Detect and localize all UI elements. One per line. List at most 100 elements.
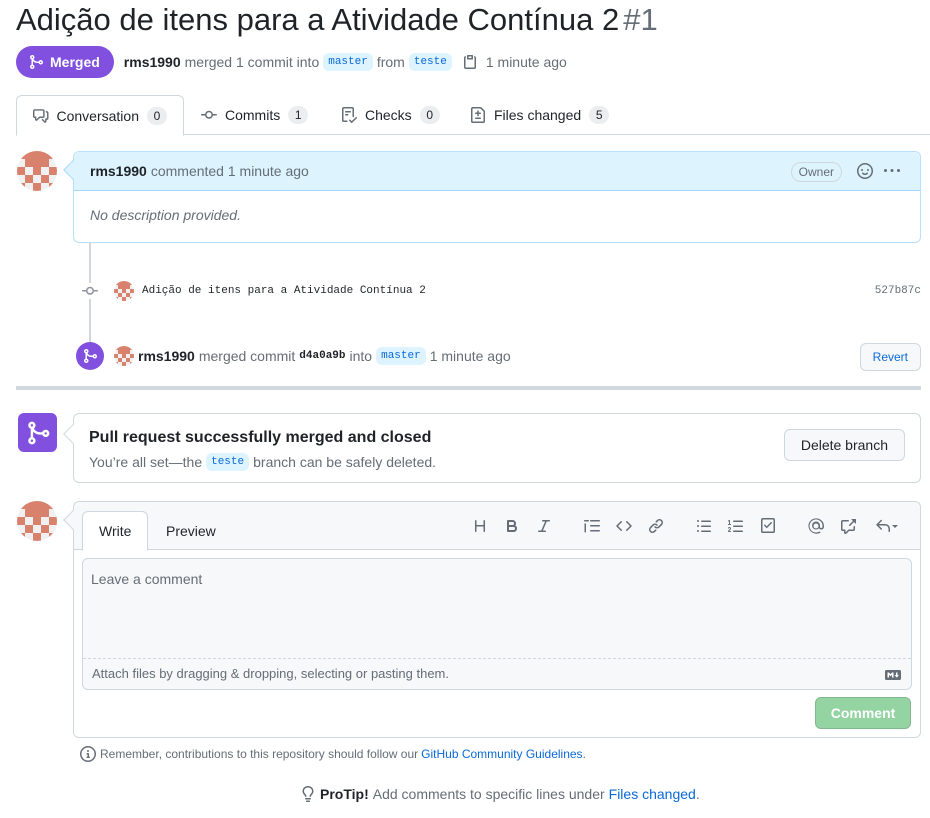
merge-sub-after: branch can be safely deleted. xyxy=(253,454,437,470)
protip-label: ProTip! xyxy=(320,786,369,802)
italic-icon[interactable] xyxy=(534,516,554,536)
tab-commits[interactable]: Commits 1 xyxy=(185,95,324,135)
quote-icon[interactable] xyxy=(582,516,602,536)
merged-status-icon xyxy=(18,413,57,452)
chevron-down-icon xyxy=(892,525,898,528)
checklist-icon xyxy=(342,107,357,123)
into-text: into xyxy=(349,348,373,364)
markdown-icon[interactable] xyxy=(885,668,901,683)
community-guidelines-link[interactable]: GitHub Community Guidelines xyxy=(421,747,582,761)
kebab-horizontal-icon[interactable] xyxy=(884,163,900,182)
tab-label: Files changed xyxy=(494,107,582,123)
task-list-icon[interactable] xyxy=(758,516,778,536)
avatar[interactable] xyxy=(114,281,134,301)
pr-number: #1 xyxy=(623,2,658,37)
comment-submit-button[interactable]: Comment xyxy=(815,697,911,729)
pr-author-link[interactable]: rms1990 xyxy=(124,54,181,70)
merge-event-badge xyxy=(76,342,104,370)
delete-branch-button[interactable]: Delete branch xyxy=(783,429,905,461)
comment-editor: Attach files by dragging & dropping, sel… xyxy=(82,558,912,690)
mention-icon[interactable] xyxy=(806,516,826,536)
timeline-commit: Adição de itens para a Atividade Contínu… xyxy=(80,280,921,302)
merge-box-arrow xyxy=(63,424,83,444)
pr-meta: Merged rms1990 merged 1 commit into mast… xyxy=(16,46,567,78)
comment-author[interactable]: rms1990 xyxy=(90,163,147,179)
timeline-divider xyxy=(16,386,921,390)
merge-author-link[interactable]: rms1990 xyxy=(138,348,195,364)
comment-discussion-icon xyxy=(33,108,49,123)
unordered-list-icon[interactable] xyxy=(694,516,714,536)
merge-status-box: Pull request successfully merged and clo… xyxy=(63,413,921,483)
tab-counter: 5 xyxy=(589,106,610,124)
merge-time[interactable]: 1 minute ago xyxy=(430,348,511,364)
new-comment-form: Write Preview Leave a comment Attach fil… xyxy=(63,501,921,738)
copy-icon[interactable] xyxy=(462,54,478,70)
tab-counter: 0 xyxy=(419,106,440,124)
git-merge-icon xyxy=(30,55,44,69)
git-commit-icon xyxy=(201,110,217,119)
footnote-period: . xyxy=(582,747,586,761)
info-icon xyxy=(80,746,96,762)
tab-files-changed[interactable]: Files changed 5 xyxy=(454,95,625,135)
tab-counter: 0 xyxy=(147,106,167,125)
comment-body: No description provided. xyxy=(90,207,241,223)
file-diff-icon xyxy=(471,107,485,123)
tab-label: Checks xyxy=(365,107,412,123)
page-title: Adição de itens para a Atividade Contínu… xyxy=(16,0,658,40)
tab-counter: 1 xyxy=(288,106,309,124)
link-icon[interactable] xyxy=(646,516,666,536)
tab-preview[interactable]: Preview xyxy=(150,511,232,550)
avatar[interactable] xyxy=(17,151,57,191)
git-merge-icon xyxy=(27,421,49,444)
protip-period: . xyxy=(695,786,700,802)
state-label: Merged xyxy=(50,54,100,70)
merged-head-branch[interactable]: teste xyxy=(206,453,250,471)
tab-checks[interactable]: Checks 0 xyxy=(325,95,456,135)
merge-commit-sha[interactable]: d4a0a9b xyxy=(299,350,345,362)
merge-base-branch[interactable]: master xyxy=(376,347,426,365)
attach-files-area[interactable]: Attach files by dragging & dropping, sel… xyxy=(83,658,911,689)
protip-text: Add comments to specific lines under xyxy=(372,786,605,802)
footnote-text: Remember, contributions to this reposito… xyxy=(100,747,419,761)
tab-label: Conversation xyxy=(56,107,140,124)
attach-files-text: Attach files by dragging & dropping, sel… xyxy=(92,666,449,681)
saved-reply-icon[interactable] xyxy=(872,516,902,536)
merge-status-title: Pull request successfully merged and clo… xyxy=(89,429,432,446)
tab-write[interactable]: Write xyxy=(82,511,149,551)
community-guidelines-note: Remember, contributions to this reposito… xyxy=(80,746,586,762)
merged-text: merged 1 commit into xyxy=(184,54,320,70)
comment-action[interactable]: commented 1 minute ago xyxy=(151,163,309,179)
light-bulb-icon xyxy=(302,786,314,802)
commit-message-link[interactable]: Adição de itens para a Atividade Contínu… xyxy=(142,285,426,297)
git-merge-icon xyxy=(84,349,98,363)
git-commit-icon xyxy=(80,283,100,299)
avatar[interactable] xyxy=(17,501,57,541)
tab-label: Commits xyxy=(225,107,281,123)
ordered-list-icon[interactable] xyxy=(726,516,746,536)
owner-label: Owner xyxy=(790,162,842,182)
cross-reference-icon[interactable] xyxy=(838,516,858,536)
comment-textarea[interactable] xyxy=(83,559,911,659)
files-changed-link[interactable]: Files changed xyxy=(609,786,696,802)
base-branch[interactable]: master xyxy=(323,53,373,71)
protip: ProTip! Add comments to specific lines u… xyxy=(300,786,700,802)
merge-sub-before: You’re all set—the xyxy=(89,454,203,470)
merge-text: merged commit xyxy=(198,348,296,364)
head-branch[interactable]: teste xyxy=(408,53,452,71)
pr-description-comment: rms1990 commented 1 minute ago Owner No … xyxy=(63,151,921,243)
pr-title-text: Adição de itens para a Atividade Contínu… xyxy=(16,2,620,37)
editor-toolbar: Write Preview xyxy=(74,502,920,551)
tab-conversation[interactable]: Conversation 0 xyxy=(16,95,184,136)
smiley-icon[interactable] xyxy=(857,163,873,182)
from-text: from xyxy=(376,54,405,70)
merge-status-subtitle: You’re all set—the teste branch can be s… xyxy=(89,453,436,471)
heading-icon[interactable] xyxy=(470,516,490,536)
pr-tabs: Conversation 0 Commits 1 Checks 0 Files … xyxy=(16,95,930,136)
avatar[interactable] xyxy=(114,346,134,366)
bold-icon[interactable] xyxy=(502,516,522,536)
commit-sha-link[interactable]: 527b87c xyxy=(875,285,921,297)
code-icon[interactable] xyxy=(614,516,634,536)
revert-button[interactable]: Revert xyxy=(859,343,921,371)
timeline-merge-event: rms1990 merged commit d4a0a9b into maste… xyxy=(76,340,921,372)
state-badge: Merged xyxy=(16,46,114,78)
